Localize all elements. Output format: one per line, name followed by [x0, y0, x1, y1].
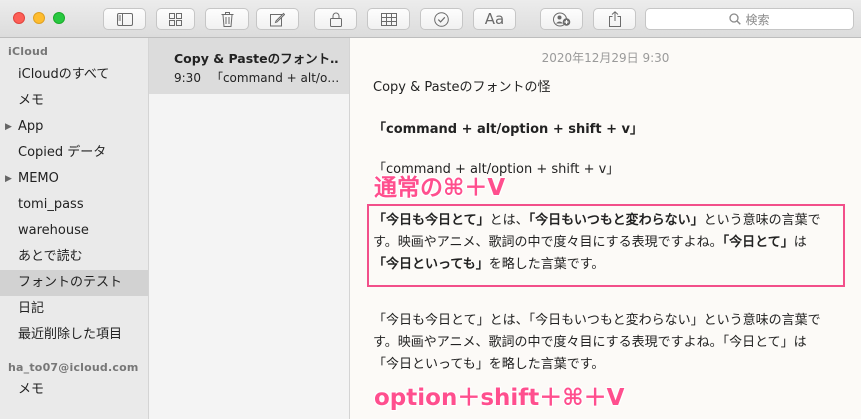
sidebar-item-recently-deleted[interactable]: 最近削除した項目 [0, 322, 148, 348]
compose-icon [270, 12, 285, 26]
new-note-button[interactable] [256, 8, 299, 30]
sidebar-header-account: ha_to07@icloud.com [8, 361, 139, 374]
sidebar-item-label: App [18, 119, 44, 134]
annotation-normal-paste: 通常の⌘＋V [374, 175, 506, 201]
note-title-line: Copy & Pasteのフォントの怪 [373, 80, 551, 95]
sidebar-item-tomi-pass[interactable]: tomi_pass [0, 192, 148, 218]
search-placeholder: 検索 [745, 12, 770, 27]
format-button[interactable]: Aa [473, 8, 516, 30]
gallery-view-button[interactable] [156, 8, 195, 30]
sidebar-item-font-test[interactable]: フォントのテスト [0, 270, 148, 296]
paragraph-line: 「今日といっても」を略した言葉です。 [373, 357, 605, 372]
sidebar-item-account-notes[interactable]: メモ [0, 377, 148, 403]
lock-icon [329, 12, 342, 27]
lock-note-button[interactable] [314, 8, 357, 30]
sidebar-item-label: フォントのテスト [18, 275, 123, 290]
note-bold-line: 「command + alt/option + shift + v」 [373, 122, 643, 137]
minimize-window-button[interactable] [33, 12, 45, 24]
disclosure-triangle-icon[interactable]: ▶ [5, 114, 12, 140]
delete-note-button[interactable] [205, 8, 249, 30]
note-item-preview: 「command + alt/o… [210, 71, 339, 85]
zoom-window-button[interactable] [53, 12, 65, 24]
sidebar-item-label: あとで読む [18, 249, 83, 264]
note-list-item[interactable]: Copy & Pasteのフォント… 9:30 「command + alt/o… [149, 38, 349, 94]
sidebar-icon [116, 12, 133, 26]
note-list: Copy & Pasteのフォント… 9:30 「command + alt/o… [149, 38, 350, 419]
annotation-plain-paste: option＋shift＋⌘＋V [374, 385, 625, 411]
add-people-button[interactable] [540, 8, 583, 30]
share-icon [608, 11, 621, 27]
close-window-button[interactable] [13, 12, 25, 24]
sidebar-item-read-later[interactable]: あとで読む [0, 244, 148, 270]
sidebar-header-icloud: iCloud [8, 45, 49, 58]
grid-icon [169, 12, 182, 26]
sidebar-item-label: Copied データ [18, 145, 107, 160]
note-item-title: Copy & Pasteのフォント… [174, 51, 339, 66]
sidebar-item-label: warehouse [18, 223, 89, 238]
checklist-button[interactable] [420, 8, 463, 30]
table-icon [380, 12, 397, 26]
sidebar-item-memo[interactable]: ▶ MEMO [0, 166, 148, 192]
search-icon [729, 13, 742, 25]
trash-icon [221, 11, 233, 27]
sidebar-item-label: tomi_pass [18, 197, 84, 212]
sidebar-item-all-icloud[interactable]: iCloudのすべて [0, 62, 148, 88]
sidebar-item-diary[interactable]: 日記 [0, 296, 148, 322]
sidebar-item-label: メモ [18, 93, 45, 108]
window-toolbar: Aa 検索 [0, 0, 861, 38]
note-item-time: 9:30 [174, 71, 201, 85]
toggle-sidebar-button[interactable] [103, 8, 146, 30]
insert-table-button[interactable] [367, 8, 410, 30]
add-people-icon [552, 12, 570, 26]
search-field[interactable]: 検索 [645, 8, 854, 30]
note-editor[interactable]: 2020年12月29日 9:30 Copy & Pasteのフォントの怪 「co… [350, 38, 861, 419]
highlight-box [367, 204, 845, 287]
sidebar-item-label: 最近削除した項目 [18, 327, 123, 342]
note-item-meta: 9:30 「command + alt/o… [174, 69, 339, 86]
font-format-icon: Aa [484, 10, 505, 28]
sidebar-item-warehouse[interactable]: warehouse [0, 218, 148, 244]
share-button[interactable] [593, 8, 636, 30]
sidebar-item-label: iCloudのすべて [18, 67, 110, 82]
sidebar-item-app[interactable]: ▶ App [0, 114, 148, 140]
disclosure-triangle-icon[interactable]: ▶ [5, 166, 12, 192]
sidebar-item-copied-data[interactable]: Copied データ [0, 140, 148, 166]
sidebar-item-label: メモ [18, 382, 45, 397]
sidebar-item-label: MEMO [18, 171, 59, 186]
sidebar-item-label: 日記 [18, 301, 45, 316]
paragraph-line: 「今日も今日とて」とは、「今日もいつもと変わらない」という意味の言葉で [373, 313, 821, 328]
sidebar-item-notes[interactable]: メモ [0, 88, 148, 114]
note-date: 2020年12月29日 9:30 [541, 51, 670, 65]
pasted-paragraph-plain: 「今日も今日とて」とは、「今日もいつもと変わらない」という意味の言葉で す。映画… [373, 310, 829, 376]
checkmark-circle-icon [434, 11, 449, 27]
paragraph-line: す。映画やアニメ、歌詞の中で度々目にする表現ですよね。「今日とて」は [373, 335, 807, 350]
folder-sidebar: iCloud iCloudのすべて メモ ▶ App Copied データ ▶ ME… [0, 38, 149, 419]
